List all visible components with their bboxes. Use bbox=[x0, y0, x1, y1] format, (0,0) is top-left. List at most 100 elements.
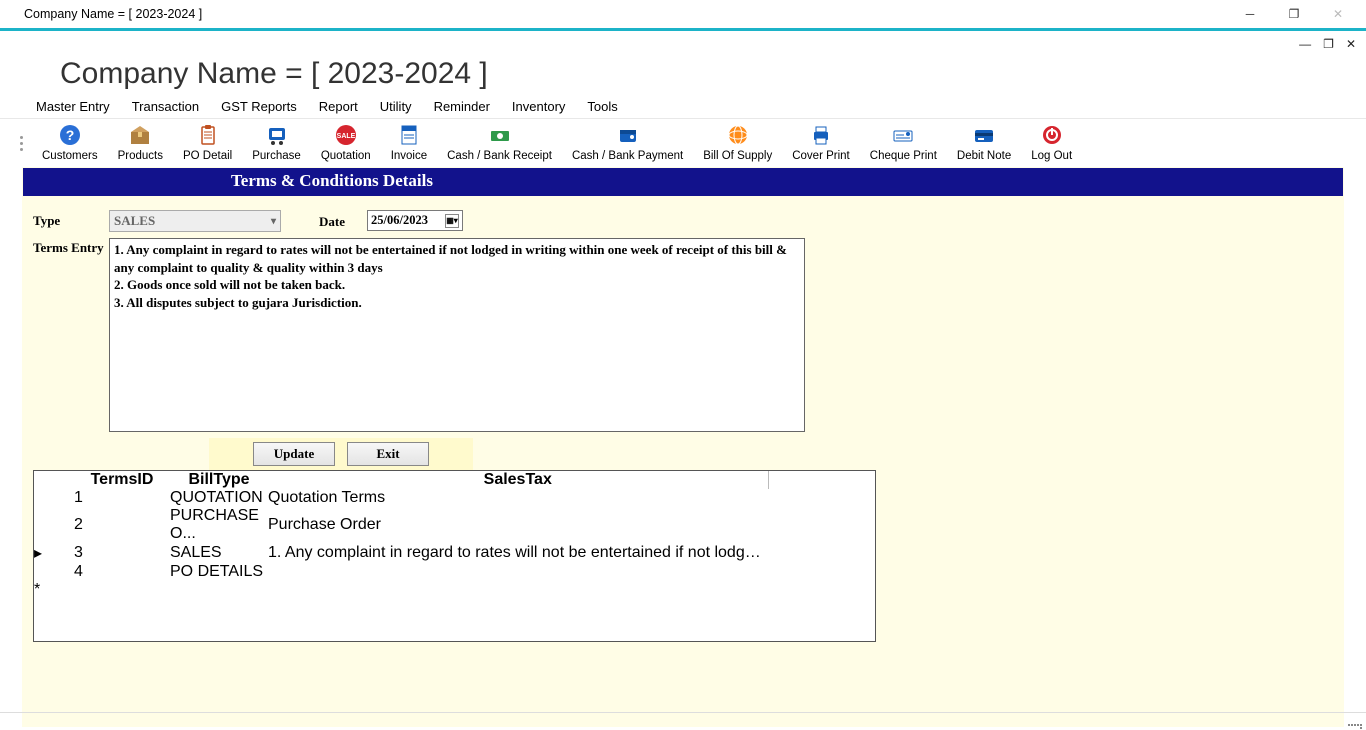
toolbar-item-cheque-print[interactable]: Cheque Print bbox=[860, 121, 947, 165]
row-header[interactable] bbox=[34, 563, 74, 581]
grid-cell[interactable] bbox=[74, 581, 170, 599]
svg-text:SALE: SALE bbox=[336, 133, 355, 140]
minimize-button[interactable]: ─ bbox=[1228, 0, 1272, 28]
power-icon bbox=[1040, 123, 1064, 147]
toolbar-item-label: Log Out bbox=[1031, 150, 1072, 162]
toolbar: ?Customers Products PO Detail Purchase SALE Q… bbox=[30, 119, 1082, 167]
grid-cell[interactable]: 4 bbox=[74, 563, 170, 581]
toolbar-item-bill-of-supply[interactable]: Bill Of Supply bbox=[693, 121, 782, 165]
type-value: SALES bbox=[114, 213, 155, 229]
menu-report[interactable]: Report bbox=[319, 99, 358, 114]
cheque-icon bbox=[891, 123, 915, 147]
help-blue-icon: ? bbox=[58, 123, 82, 147]
button-panel: Update Exit bbox=[209, 438, 473, 470]
grid-cell[interactable]: Quotation Terms bbox=[268, 489, 768, 507]
toolbar-item-po-detail[interactable]: PO Detail bbox=[173, 121, 242, 165]
window-accent-divider bbox=[0, 28, 1366, 31]
mdi-window-controls: — ❐ ✕ bbox=[0, 35, 1366, 53]
toolbar-item-cash-bank-receipt[interactable]: Cash / Bank Receipt bbox=[437, 121, 562, 165]
row-header[interactable]: ▸ bbox=[34, 543, 74, 563]
grid-cell[interactable]: 1. Any complaint in regard to rates will… bbox=[268, 543, 768, 563]
toolbar-item-purchase[interactable]: Purchase bbox=[242, 121, 311, 165]
grid-cell[interactable] bbox=[268, 563, 768, 581]
toolbar-item-label: Cover Print bbox=[792, 150, 850, 162]
sale-red-icon: SALE bbox=[334, 123, 358, 147]
grid-cell[interactable]: Purchase Order bbox=[268, 507, 768, 543]
menu-inventory[interactable]: Inventory bbox=[512, 99, 565, 114]
grid-cell[interactable]: QUOTATION bbox=[170, 489, 268, 507]
menu-master-entry[interactable]: Master Entry bbox=[36, 99, 110, 114]
money-icon bbox=[488, 123, 512, 147]
grid-cell[interactable]: 3 bbox=[74, 543, 170, 563]
grid-cell[interactable]: PO DETAILS bbox=[170, 563, 268, 581]
grid-cell[interactable]: 1 bbox=[74, 489, 170, 507]
svg-text:?: ? bbox=[66, 127, 75, 143]
mdi-restore-button[interactable]: ❐ bbox=[1323, 37, 1334, 51]
grid-header-termsid[interactable]: TermsID bbox=[74, 471, 170, 489]
clipboard-icon bbox=[196, 123, 220, 147]
toolbar-item-debit-note[interactable]: Debit Note bbox=[947, 121, 1021, 165]
card-icon bbox=[972, 123, 996, 147]
toolbar-item-label: PO Detail bbox=[183, 150, 232, 162]
toolbar-item-label: Quotation bbox=[321, 150, 371, 162]
table-row[interactable]: * bbox=[34, 581, 875, 599]
chevron-down-icon: ▾ bbox=[271, 216, 276, 227]
menu-reminder[interactable]: Reminder bbox=[434, 99, 490, 114]
terms-data-grid[interactable]: TermsID BillType SalesTax 1QUOTATIONQuot… bbox=[33, 470, 876, 642]
grid-cell[interactable] bbox=[170, 581, 268, 599]
toolbar-grip bbox=[18, 119, 26, 167]
grid-cell[interactable] bbox=[268, 581, 768, 599]
menu-utility[interactable]: Utility bbox=[380, 99, 412, 114]
outer-window-title: Company Name = [ 2023-2024 ] bbox=[6, 7, 202, 21]
row-header[interactable] bbox=[34, 489, 74, 507]
table-row[interactable]: 2PURCHASE O...Purchase Order bbox=[34, 507, 875, 543]
menu-transaction[interactable]: Transaction bbox=[132, 99, 199, 114]
resize-grip-icon[interactable] bbox=[1348, 715, 1362, 729]
grid-cell[interactable]: PURCHASE O... bbox=[170, 507, 268, 543]
toolbar-item-label: Products bbox=[118, 150, 163, 162]
toolbar-item-cash-bank-payment[interactable]: Cash / Bank Payment bbox=[562, 121, 693, 165]
toolbar-item-label: Bill Of Supply bbox=[703, 150, 772, 162]
update-button[interactable]: Update bbox=[253, 442, 335, 466]
cart-blue-icon bbox=[265, 123, 289, 147]
grid-cell[interactable]: 2 bbox=[74, 507, 170, 543]
date-picker[interactable]: 25/06/2023 ▦▾ bbox=[367, 210, 463, 231]
toolbar-item-invoice[interactable]: Invoice bbox=[381, 121, 437, 165]
status-bar bbox=[0, 712, 1366, 730]
doc-blue-icon bbox=[397, 123, 421, 147]
globe-icon bbox=[726, 123, 750, 147]
table-row[interactable]: ▸3SALES1. Any complaint in regard to rat… bbox=[34, 543, 875, 563]
terms-entry-label: Terms Entry bbox=[33, 238, 109, 256]
toolbar-item-label: Purchase bbox=[252, 150, 301, 162]
mdi-close-button[interactable]: ✕ bbox=[1346, 37, 1356, 51]
toolbar-item-quotation[interactable]: SALE Quotation bbox=[311, 121, 381, 165]
toolbar-item-label: Cheque Print bbox=[870, 150, 937, 162]
grid-header-billtype[interactable]: BillType bbox=[170, 471, 268, 489]
toolbar-item-label: Debit Note bbox=[957, 150, 1011, 162]
date-label: Date bbox=[319, 211, 345, 230]
terms-entry-textarea[interactable] bbox=[109, 238, 805, 432]
table-row[interactable]: 4PO DETAILS bbox=[34, 563, 875, 581]
date-value: 25/06/2023 bbox=[371, 213, 428, 228]
toolbar-item-log-out[interactable]: Log Out bbox=[1021, 121, 1082, 165]
terms-conditions-panel: Terms & Conditions Details Type SALES ▾ … bbox=[22, 167, 1344, 727]
table-row[interactable]: 1QUOTATIONQuotation Terms bbox=[34, 489, 875, 507]
menu-tools[interactable]: Tools bbox=[587, 99, 617, 114]
toolbar-item-cover-print[interactable]: Cover Print bbox=[782, 121, 860, 165]
row-header[interactable] bbox=[34, 507, 74, 543]
close-button[interactable]: ✕ bbox=[1316, 0, 1360, 28]
menu-gst-reports[interactable]: GST Reports bbox=[221, 99, 297, 114]
toolbar-item-label: Cash / Bank Receipt bbox=[447, 150, 552, 162]
toolbar-item-products[interactable]: Products bbox=[108, 121, 173, 165]
maximize-button[interactable]: ❐ bbox=[1272, 0, 1316, 28]
exit-button[interactable]: Exit bbox=[347, 442, 429, 466]
mdi-minimize-button[interactable]: — bbox=[1299, 37, 1311, 51]
toolbar-item-label: Invoice bbox=[391, 150, 427, 162]
toolbar-item-customers[interactable]: ?Customers bbox=[32, 121, 108, 165]
grid-cell[interactable]: SALES bbox=[170, 543, 268, 563]
grid-header-salestax[interactable]: SalesTax bbox=[268, 471, 768, 489]
type-combobox[interactable]: SALES ▾ bbox=[109, 210, 281, 232]
box-icon bbox=[128, 123, 152, 147]
panel-banner: Terms & Conditions Details bbox=[23, 168, 1343, 196]
row-header[interactable]: * bbox=[34, 581, 74, 599]
